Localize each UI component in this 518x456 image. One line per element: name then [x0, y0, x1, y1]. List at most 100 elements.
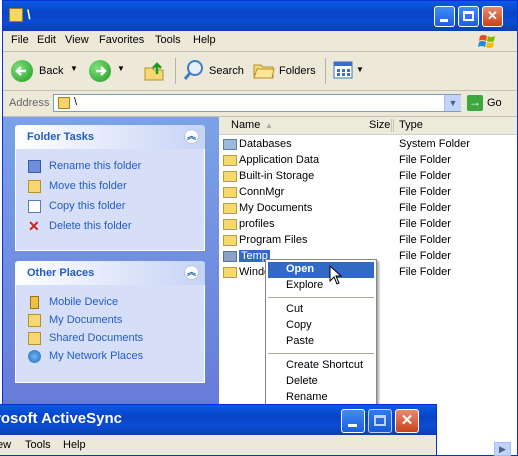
- address-label: Address: [9, 97, 50, 109]
- close-button[interactable]: ✕: [395, 409, 419, 433]
- address-bar: Address \ ▼ → Go: [3, 91, 517, 117]
- list-header: Name ▲ Size Type: [219, 117, 517, 135]
- views-button[interactable]: ▼: [333, 60, 367, 82]
- menu-item-label: Create Shortcut: [286, 359, 364, 371]
- my-documents-icon: [28, 314, 41, 327]
- task-label: Mobile Device: [49, 296, 119, 308]
- maximize-button[interactable]: [368, 409, 392, 433]
- task-label: Shared Documents: [49, 332, 144, 344]
- chevron-down-icon: ▼: [356, 65, 364, 74]
- menu-file[interactable]: File: [11, 34, 29, 46]
- collapse-icon[interactable]: ︽: [184, 129, 199, 144]
- folder-icon: [223, 219, 237, 230]
- chevron-down-icon[interactable]: ▼: [117, 64, 125, 73]
- chevron-down-icon[interactable]: ▼: [70, 64, 78, 73]
- context-menu: Open Explore Cut Copy Paste Create Short…: [265, 259, 377, 409]
- list-item[interactable]: My Documents File Folder: [223, 201, 513, 217]
- task-label: Rename this folder: [49, 160, 142, 172]
- menu-view[interactable]: ew: [0, 439, 11, 451]
- list-item[interactable]: Application Data File Folder: [223, 153, 513, 169]
- list-item[interactable]: Databases System Folder: [223, 137, 513, 153]
- menu-help[interactable]: Help: [193, 34, 216, 46]
- move-icon: [28, 180, 41, 193]
- mobile-device-icon: [30, 296, 39, 309]
- menu-item-paste[interactable]: Paste: [268, 334, 374, 350]
- item-name: profiles: [239, 218, 275, 230]
- item-type: File Folder: [399, 170, 451, 182]
- menu-tools[interactable]: Tools: [25, 439, 51, 451]
- menu-favorites[interactable]: Favorites: [99, 34, 144, 46]
- close-button[interactable]: ✕: [482, 6, 503, 27]
- sort-ascending-icon: ▲: [265, 121, 273, 130]
- minimize-icon: [440, 19, 448, 22]
- collapse-icon[interactable]: ︽: [184, 265, 199, 280]
- minimize-button[interactable]: [341, 409, 365, 433]
- search-icon: [183, 60, 203, 80]
- delete-icon: ✕: [28, 218, 40, 234]
- column-type[interactable]: Type: [399, 119, 423, 131]
- address-input[interactable]: \ ▼: [53, 94, 461, 112]
- menu-item-label: Copy: [286, 319, 312, 331]
- task-label: Move this folder: [49, 180, 127, 192]
- window-title: \: [27, 7, 31, 22]
- menu-item-delete[interactable]: Delete: [268, 374, 374, 390]
- item-name: ConnMgr: [239, 186, 285, 198]
- menu-view[interactable]: View: [65, 34, 89, 46]
- folders-button[interactable]: Folders: [251, 58, 319, 84]
- panel-header[interactable]: Folder Tasks ︽: [15, 125, 205, 149]
- folder-icon: [223, 235, 237, 246]
- menu-item-label: Explore: [286, 279, 324, 291]
- forward-button[interactable]: ▼: [89, 56, 129, 86]
- rename-icon: [28, 160, 41, 173]
- menu-item-copy[interactable]: Copy: [268, 318, 374, 334]
- maximize-button[interactable]: [458, 6, 479, 27]
- item-type: File Folder: [399, 234, 451, 246]
- search-button[interactable]: Search: [181, 58, 245, 84]
- column-name[interactable]: Name: [231, 119, 260, 131]
- folders-icon: [253, 64, 275, 79]
- close-icon: ✕: [400, 412, 414, 429]
- column-size[interactable]: Size: [369, 119, 390, 131]
- menu-item-explore[interactable]: Explore: [268, 278, 374, 294]
- folder-icon: [223, 203, 237, 214]
- menu-item-cut[interactable]: Cut: [268, 302, 374, 318]
- list-item[interactable]: ConnMgr File Folder: [223, 185, 513, 201]
- title-bar[interactable]: \ ✕: [3, 1, 517, 31]
- chevron-down-icon[interactable]: ▼: [444, 95, 461, 111]
- list-item[interactable]: profiles File Folder: [223, 217, 513, 233]
- folder-icon: [223, 187, 237, 198]
- item-type: System Folder: [399, 138, 470, 150]
- folders-label: Folders: [279, 65, 316, 77]
- menu-item-create-shortcut[interactable]: Create Shortcut: [268, 358, 374, 374]
- activesync-title-bar[interactable]: rosoft ActiveSync ✕: [0, 405, 436, 435]
- column-divider[interactable]: [391, 119, 392, 132]
- item-name: My Documents: [239, 202, 313, 214]
- activesync-title: rosoft ActiveSync: [0, 410, 122, 427]
- menu-separator: [268, 353, 374, 354]
- go-arrow-icon[interactable]: →: [467, 95, 483, 111]
- list-item[interactable]: Built-in Storage File Folder: [223, 169, 513, 185]
- menu-tools[interactable]: Tools: [155, 34, 181, 46]
- list-item[interactable]: Program Files File Folder: [223, 233, 513, 249]
- back-button[interactable]: Back ▼: [9, 56, 79, 86]
- column-divider[interactable]: [393, 119, 394, 132]
- panel-header[interactable]: Other Places ︽: [15, 261, 205, 285]
- search-label: Search: [209, 65, 244, 77]
- scroll-right-button[interactable]: ▶: [494, 442, 511, 456]
- item-name: Built-in Storage: [239, 170, 315, 182]
- minimize-button[interactable]: [434, 6, 455, 27]
- up-folder-button[interactable]: [143, 60, 167, 84]
- menu-item-label: Delete: [286, 375, 318, 387]
- go-button[interactable]: Go: [487, 97, 502, 109]
- task-label: Delete this folder: [49, 220, 132, 232]
- menu-edit[interactable]: Edit: [37, 34, 56, 46]
- menu-help[interactable]: Help: [63, 439, 86, 451]
- menu-item-open[interactable]: Open: [268, 262, 374, 278]
- menu-item-label: Cut: [286, 303, 304, 315]
- menu-item-label: Open: [286, 263, 315, 275]
- activesync-window: rosoft ActiveSync ✕ ew Tools Help: [0, 404, 437, 456]
- address-value: \: [74, 96, 78, 108]
- menu-bar: File Edit View Favorites Tools Help: [3, 31, 517, 52]
- up-folder-icon: [144, 62, 164, 81]
- item-type: File Folder: [399, 218, 451, 230]
